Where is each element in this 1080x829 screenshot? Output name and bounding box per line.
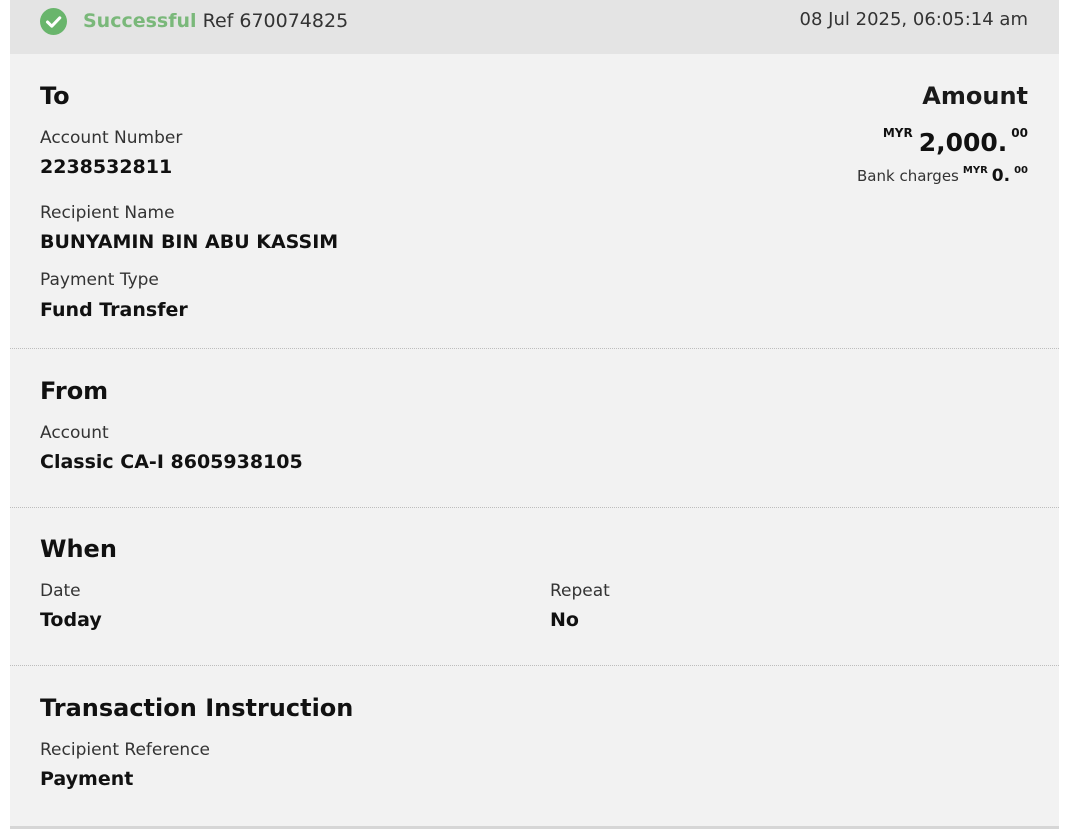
payment-type-value: Fund Transfer <box>40 299 188 321</box>
recipient-reference-value: Payment <box>40 768 134 790</box>
reference-number: Ref 670074825 <box>202 10 349 32</box>
from-section-title: From <box>40 377 109 405</box>
amount-title: Amount <box>922 82 1028 110</box>
from-account-label: Account <box>40 423 109 443</box>
amount-whole: 2,000. <box>918 128 1008 157</box>
status-text: Successful Ref 670074825 <box>83 9 348 33</box>
account-number-label: Account Number <box>40 128 183 148</box>
check-circle-icon <box>40 8 67 35</box>
amount-value: MYR 2,000. 00 <box>883 126 1028 157</box>
bank-charges-whole: 0. <box>991 166 1011 186</box>
recipient-name-value: BUNYAMIN BIN ABU KASSIM <box>40 231 339 253</box>
repeat-value: No <box>550 609 579 631</box>
payment-type-label: Payment Type <box>40 270 159 290</box>
account-number-value: 2238532811 <box>40 156 173 178</box>
bank-charges: Bank charges MYR 0. 00 <box>857 165 1028 186</box>
repeat-label: Repeat <box>550 581 610 601</box>
amount-cents: 00 <box>1011 126 1028 140</box>
bank-charges-label: Bank charges <box>857 167 959 185</box>
instruction-section-title: Transaction Instruction <box>40 694 354 722</box>
section-divider <box>10 507 1059 508</box>
status-label: Successful <box>83 10 197 32</box>
amount-currency: MYR <box>882 126 913 140</box>
when-section-title: When <box>40 535 117 563</box>
recipient-name-label: Recipient Name <box>40 203 175 223</box>
section-divider <box>10 348 1059 349</box>
date-label: Date <box>40 581 81 601</box>
from-account-value: Classic CA-I 8605938105 <box>40 451 303 473</box>
transaction-datetime: 08 Jul 2025, 06:05:14 am <box>799 9 1028 30</box>
date-value: Today <box>40 609 102 631</box>
transaction-receipt-card: Successful Ref 670074825 08 Jul 2025, 06… <box>10 0 1059 829</box>
status-bar: Successful Ref 670074825 08 Jul 2025, 06… <box>10 0 1059 54</box>
bank-charges-cents: 00 <box>1014 165 1028 176</box>
recipient-reference-label: Recipient Reference <box>40 740 210 760</box>
section-divider <box>10 665 1059 666</box>
to-section-title: To <box>40 82 70 110</box>
bank-charges-currency: MYR <box>962 165 988 176</box>
